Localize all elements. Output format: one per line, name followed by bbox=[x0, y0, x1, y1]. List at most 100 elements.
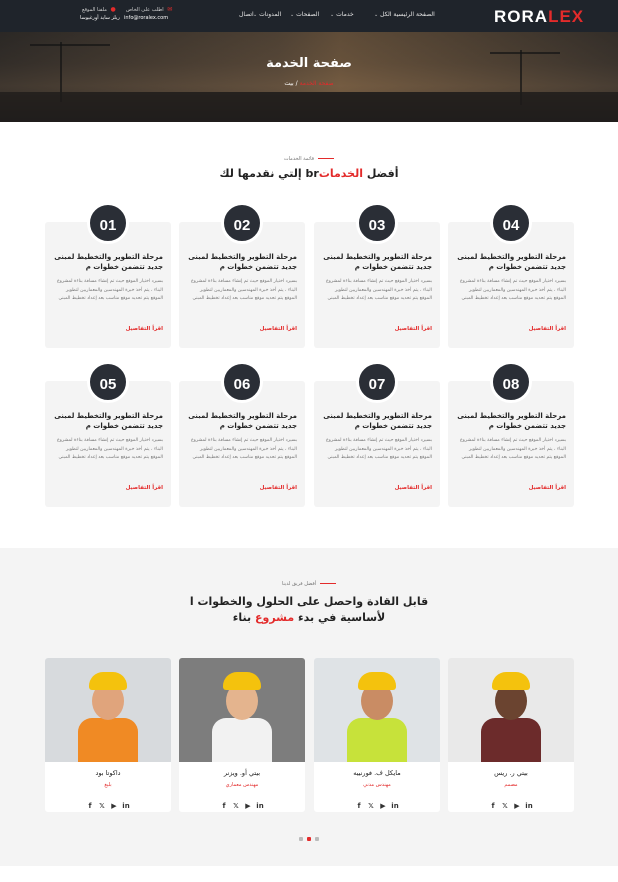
youtube-icon[interactable]: ▶ bbox=[110, 802, 118, 810]
carousel-dot-active[interactable] bbox=[307, 837, 311, 841]
safety-vest bbox=[347, 718, 407, 762]
breadcrumb-current: صفحة الخدمة bbox=[299, 80, 334, 87]
safety-vest bbox=[78, 718, 138, 762]
service-card: 04 مرحلة التطوير والتخطيط لمبنى جديد تتضم… bbox=[448, 202, 574, 348]
facebook-icon[interactable]: f bbox=[220, 802, 228, 810]
facebook-icon[interactable]: f bbox=[86, 802, 94, 810]
team-member-photo bbox=[179, 658, 305, 762]
twitter-icon[interactable]: 𝕏 bbox=[98, 802, 106, 810]
team-title-prefix: لأساسية في بدء bbox=[294, 611, 386, 624]
service-card-title: مرحلة التطوير والتخطيط لمبنى جديد تتضمن … bbox=[323, 253, 432, 271]
read-more-link[interactable]: اقرأ التفاصيل bbox=[395, 326, 432, 332]
nav-home-label: الصفحة الرئيسية الكل bbox=[380, 11, 435, 18]
eyebrow-line bbox=[318, 158, 335, 159]
location-label: ملفنا الموقع ● bbox=[82, 6, 116, 13]
youtube-icon[interactable]: ▶ bbox=[379, 802, 387, 810]
chevron-down-icon: ⌄ bbox=[290, 12, 295, 18]
linkedin-icon[interactable]: in bbox=[122, 802, 130, 810]
read-more-link[interactable]: اقرأ التفاصيل bbox=[260, 485, 297, 491]
service-card-title: مرحلة التطوير والتخطيط لمبنى جديد تتضمن … bbox=[54, 253, 163, 271]
services-title: إلتي نقدمها لك brأفضل الخدمات bbox=[0, 166, 618, 182]
service-card-text: بسيرد اختيار الموقع حيث تم إنشاء مسافة ب… bbox=[190, 279, 297, 301]
social-links: f 𝕏 ▶ in bbox=[179, 793, 305, 812]
team-member-name: مايكل ف. فورنييه bbox=[353, 769, 401, 777]
hard-hat bbox=[89, 672, 127, 690]
service-card: 05 مرحلة التطوير والتخطيط لمبنى جديد تتضم… bbox=[45, 361, 171, 507]
chevron-down-icon: ⌄ bbox=[330, 12, 335, 18]
facebook-icon[interactable]: f bbox=[489, 802, 497, 810]
read-more-link[interactable]: اقرأ التفاصيل bbox=[126, 326, 163, 332]
twitter-icon[interactable]: 𝕏 bbox=[367, 802, 375, 810]
service-card-text: بسيرد اختيار الموقع حيث تم إنشاء مسافة ب… bbox=[325, 438, 432, 460]
page-title: صفحة الخدمة bbox=[266, 56, 352, 71]
service-card: 06 مرحلة التطوير والتخطيط لمبنى جديد تتضم… bbox=[179, 361, 305, 507]
youtube-icon[interactable]: ▶ bbox=[244, 802, 252, 810]
logo-text: RORA bbox=[494, 7, 549, 26]
location-pin-icon: ● bbox=[110, 6, 116, 13]
team-member-name: بيتي ر. ريس bbox=[494, 769, 528, 777]
read-more-link[interactable]: اقرأ التفاصيل bbox=[529, 485, 566, 491]
linkedin-icon[interactable]: in bbox=[525, 802, 533, 810]
breadcrumb: صفحة الخدمة / بيت bbox=[0, 80, 618, 87]
hero-banner: صفحة الخدمة صفحة الخدمة / بيت bbox=[0, 32, 618, 122]
team-title: قابل القادة واحصل على الحلول والخطوات ا … bbox=[0, 594, 618, 626]
crane-arm bbox=[30, 44, 110, 46]
service-number-badge: 08 bbox=[490, 361, 532, 403]
nav-home[interactable]: ⌄ الصفحة الرئيسية الكل bbox=[372, 11, 435, 18]
services-title-prefix: إلتي نقدمها لك brأفضل bbox=[219, 167, 399, 180]
hard-hat bbox=[358, 672, 396, 690]
team-member-role: مهندس معماري bbox=[225, 782, 259, 788]
location-label-text: ملفنا الموقع bbox=[82, 7, 107, 13]
team-title-line1: قابل القادة واحصل على الحلول والخطوات ا bbox=[189, 595, 429, 608]
service-card: 08 مرحلة التطوير والتخطيط لمبنى جديد تتضم… bbox=[448, 361, 574, 507]
read-more-link[interactable]: اقرأ التفاصيل bbox=[395, 485, 432, 491]
team-member-role: مصمم bbox=[504, 782, 518, 788]
service-number-badge: 07 bbox=[356, 361, 398, 403]
breadcrumb-separator: / bbox=[295, 80, 298, 87]
service-number-badge: 01 bbox=[87, 202, 129, 244]
read-more-link[interactable]: اقرأ التفاصيل bbox=[260, 326, 297, 332]
nav-services-label: خدمات bbox=[336, 11, 354, 18]
services-eyebrow: قائمة الخدمات bbox=[0, 156, 618, 162]
nav-pages[interactable]: ⌄ الصفحات bbox=[288, 11, 319, 18]
service-number-badge: 04 bbox=[490, 202, 532, 244]
team-eyebrow-text: أفضل فريق لدينا bbox=[281, 581, 317, 587]
safety-vest bbox=[212, 718, 272, 762]
linkedin-icon[interactable]: in bbox=[391, 802, 399, 810]
service-card-text: بسيرد اختيار الموقع حيث تم إنشاء مسافة ب… bbox=[459, 438, 566, 460]
hard-hat bbox=[223, 672, 261, 690]
site-logo[interactable]: RORALEX bbox=[494, 7, 584, 27]
twitter-icon[interactable]: 𝕏 bbox=[501, 802, 509, 810]
team-member-name: داكوتا بود bbox=[95, 769, 121, 777]
service-card-text: بسيرد اختيار الموقع حيث تم إنشاء مسافة ب… bbox=[56, 279, 163, 301]
breadcrumb-home[interactable]: بيت bbox=[284, 80, 293, 87]
service-card-title: مرحلة التطوير والتخطيط لمبنى جديد تتضمن … bbox=[457, 253, 566, 271]
twitter-icon[interactable]: 𝕏 bbox=[232, 802, 240, 810]
read-more-link[interactable]: اقرأ التفاصيل bbox=[529, 326, 566, 332]
team-title-suffix: بناء bbox=[232, 611, 255, 624]
nav-blogs[interactable]: ⌄ المدونات bbox=[251, 11, 281, 18]
service-card-text: بسيرد اختيار الموقع حيث تم إنشاء مسافة ب… bbox=[56, 438, 163, 460]
email-label: اطلب على الخاص ✉ bbox=[126, 6, 172, 13]
social-links: f 𝕏 ▶ in bbox=[314, 793, 440, 812]
carousel-dot[interactable] bbox=[315, 837, 319, 841]
service-card: 07 مرحلة التطوير والتخطيط لمبنى جديد تتضم… bbox=[314, 361, 440, 507]
read-more-link[interactable]: اقرأ التفاصيل bbox=[126, 485, 163, 491]
team-eyebrow: أفضل فريق لدينا bbox=[0, 581, 618, 587]
nav-contact[interactable]: اتصال bbox=[239, 11, 254, 18]
service-card-title: مرحلة التطوير والتخطيط لمبنى جديد تتضمن … bbox=[188, 253, 297, 271]
nav-services[interactable]: ⌄ خدمات bbox=[328, 11, 354, 18]
top-header: RORALEX ⌄ الصفحة الرئيسية الكل ⌄ خدمات ⌄… bbox=[0, 0, 618, 32]
service-card-text: بسيرد اختيار الموقع حيث تم إنشاء مسافة ب… bbox=[325, 279, 432, 301]
service-card-text: بسيرد اختيار الموقع حيث تم إنشاء مسافة ب… bbox=[190, 438, 297, 460]
carousel-dots bbox=[0, 826, 618, 845]
team-member-role: مهندس مدني bbox=[363, 782, 391, 788]
youtube-icon[interactable]: ▶ bbox=[513, 802, 521, 810]
email-link[interactable]: info@roralex.com bbox=[124, 15, 168, 21]
facebook-icon[interactable]: f bbox=[355, 802, 363, 810]
carousel-dot[interactable] bbox=[299, 837, 303, 841]
service-card-title: مرحلة التطوير والتخطيط لمبنى جديد تتضمن … bbox=[188, 412, 297, 430]
social-links: f 𝕏 ▶ in bbox=[45, 793, 171, 812]
linkedin-icon[interactable]: in bbox=[256, 802, 264, 810]
service-card-title: مرحلة التطوير والتخطيط لمبنى جديد تتضمن … bbox=[323, 412, 432, 430]
